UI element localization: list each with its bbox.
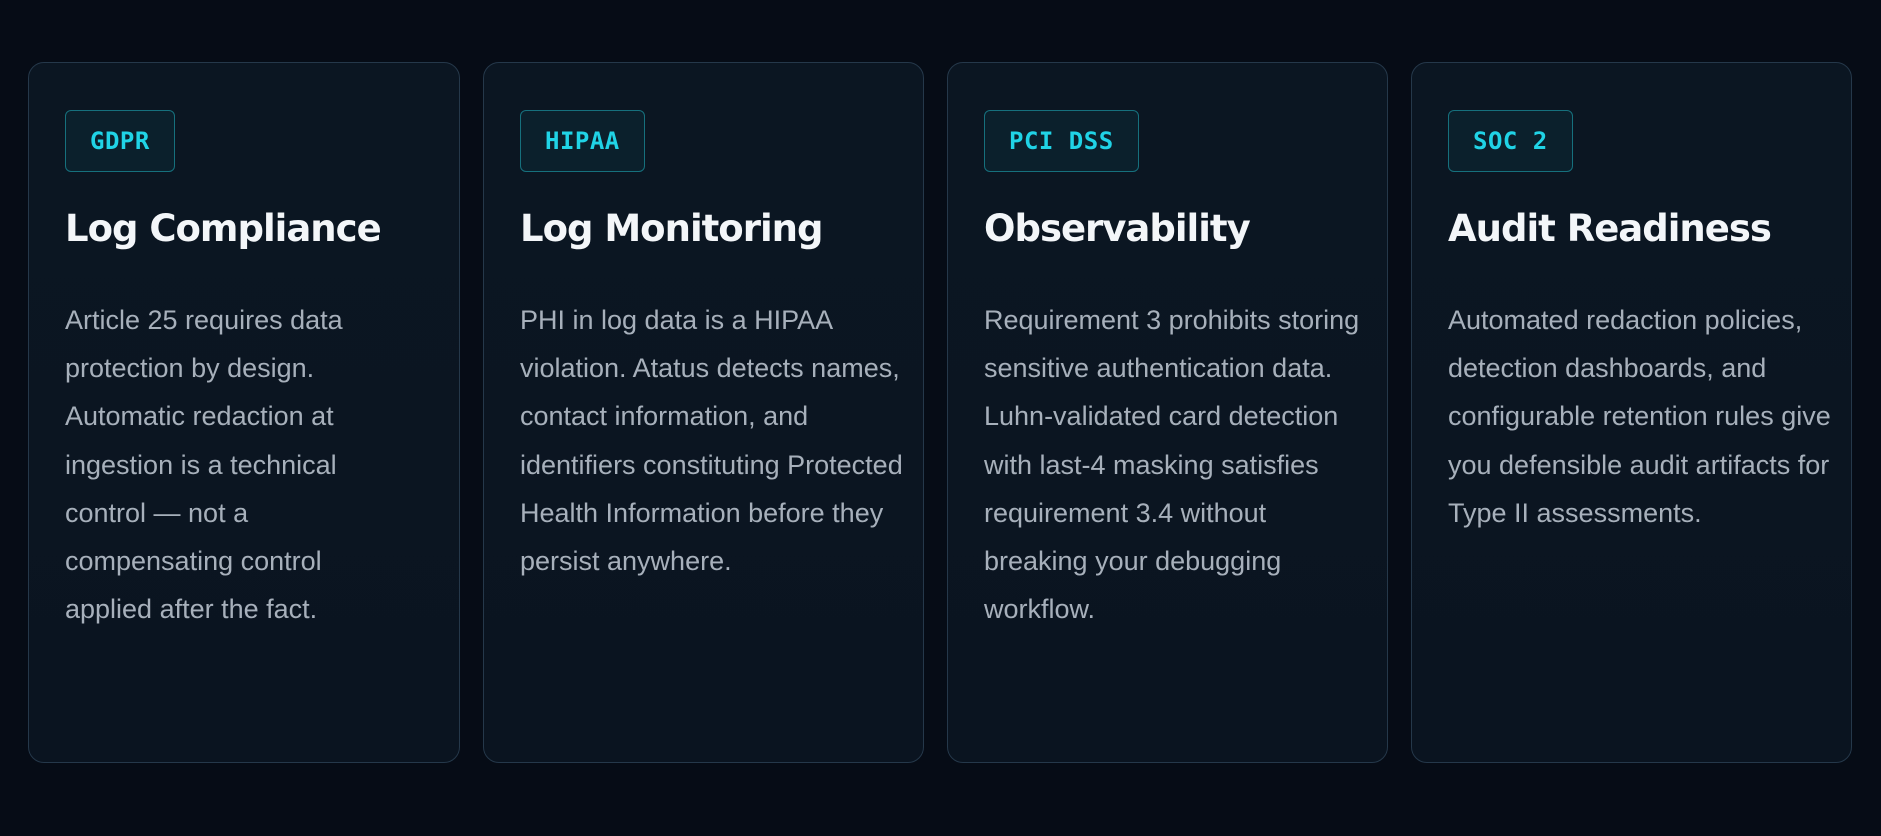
card-description-pci-dss: Requirement 3 prohibits storing sensitiv… bbox=[984, 305, 1360, 625]
compliance-badge-soc2: SOC 2 bbox=[1448, 110, 1573, 172]
card-description-hipaa: PHI in log data is a HIPAA violation. At… bbox=[520, 305, 903, 577]
compliance-card-pci-dss: PCI DSS Observability Requirement 3 proh… bbox=[947, 62, 1388, 763]
card-title-log-monitoring: Log Monitoring bbox=[520, 207, 823, 250]
card-title-audit-readiness: Audit Readiness bbox=[1448, 207, 1772, 250]
compliance-card-soc2: SOC 2 Audit Readiness Automated redactio… bbox=[1411, 62, 1852, 763]
card-title-observability: Observability bbox=[984, 207, 1251, 250]
card-description-gdpr: Article 25 requires data protection by d… bbox=[65, 305, 343, 625]
compliance-card-gdpr: GDPR Log Compliance Article 25 requires … bbox=[28, 62, 460, 763]
compliance-card-hipaa: HIPAA Log Monitoring PHI in log data is … bbox=[483, 62, 924, 763]
compliance-badge-gdpr: GDPR bbox=[65, 110, 175, 172]
compliance-badge-pci-dss: PCI DSS bbox=[984, 110, 1139, 172]
card-description-soc2: Automated redaction policies, detection … bbox=[1448, 305, 1831, 528]
compliance-cards-section: GDPR Log Compliance Article 25 requires … bbox=[0, 0, 1881, 836]
card-title-log-compliance: Log Compliance bbox=[65, 207, 382, 250]
compliance-badge-hipaa: HIPAA bbox=[520, 110, 645, 172]
